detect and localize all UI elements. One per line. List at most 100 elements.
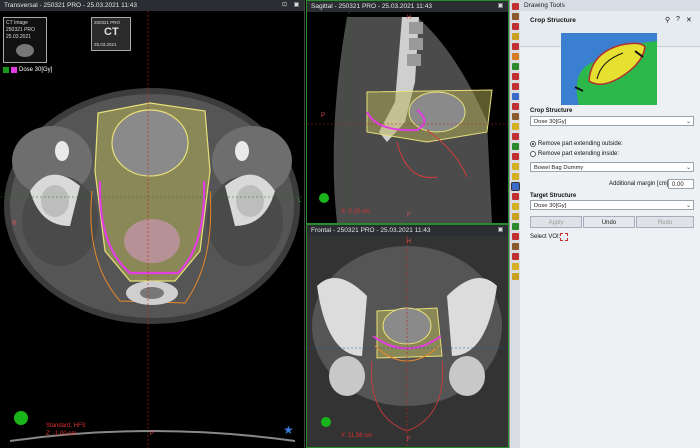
remove-outside-radio[interactable] [530, 141, 536, 147]
viewport-menu-icon[interactable]: ⊡ [281, 2, 288, 9]
select-voi-icon[interactable] [560, 233, 568, 241]
sagittal-viewport[interactable]: Sagittal - 250321 PRO - 25.03.2021 11:43… [306, 0, 509, 224]
z-coordinate: Z: -1.00 cm [46, 431, 77, 437]
stamp-tool-icon[interactable] [512, 263, 519, 270]
wall-tool-icon[interactable] [512, 253, 519, 260]
inside-structure-value: Bowel Bag Dummy [534, 165, 584, 171]
thumb-line1: CT Image [6, 20, 28, 26]
panel-title-bar: Drawing Tools [520, 0, 700, 11]
chevron-down-icon: ⌄ [685, 165, 691, 171]
copy-tool-icon[interactable] [512, 103, 519, 110]
contour-tool-icon[interactable] [512, 143, 519, 150]
frontal-title: Frontal - 250321 PRO - 25.03.2021 11:43 [311, 227, 431, 234]
orientation-head: H [407, 239, 412, 245]
series-line2: 25.03.2021 [94, 42, 117, 47]
remove-outside-label: Remove part extending outside: [538, 141, 623, 147]
orientation-posterior: P [321, 113, 326, 119]
chevron-down-icon: ⌄ [685, 203, 691, 209]
target-structure-select[interactable]: Dose 30[Gy] ⌄ [530, 200, 694, 210]
marker-left: L [298, 198, 302, 204]
crop-tool-icon[interactable] [511, 182, 520, 191]
star-icon[interactable]: ★ [283, 423, 294, 437]
margin-input[interactable]: 0.00 [668, 179, 694, 189]
position-status: Standard, HFS [46, 423, 86, 429]
wifi-tool-icon[interactable] [512, 273, 519, 280]
smooth-tool-icon[interactable] [512, 53, 519, 60]
ct-thumbnail[interactable]: CT Image 250321 PRO 25.03.2021 [3, 17, 47, 63]
panel-title: Drawing Tools [524, 2, 565, 9]
brush-tool-icon[interactable] [512, 3, 519, 10]
close-icon[interactable]: ✕ [686, 16, 692, 24]
frontal-viewport[interactable]: Frontal - 250321 PRO - 25.03.2021 11:43 … [306, 224, 509, 448]
boolean-tool-icon[interactable] [512, 83, 519, 90]
x-coordinate: X: 0.10 cm [341, 209, 370, 215]
ct-series-thumbnail[interactable]: 250321 PRO CT 25.03.2021 [91, 17, 131, 51]
crop-structure-value: Dose 30[Gy] [534, 119, 567, 125]
orientation-foot: F [407, 437, 411, 443]
wedge-tool-icon[interactable] [512, 213, 519, 220]
dose-visible-checkbox[interactable] [3, 67, 9, 73]
patient-orientation-icon[interactable] [14, 411, 28, 425]
orientation-posterior: P [150, 431, 155, 437]
remove-inside-label: Remove part extending inside: [538, 151, 620, 157]
crop-structure-select[interactable]: Dose 30[Gy] ⌄ [530, 116, 694, 126]
ruler-tool-icon[interactable] [512, 233, 519, 240]
remove-inside-radio[interactable] [530, 151, 536, 157]
chevron-down-icon: ⌄ [685, 119, 691, 125]
drawing-tools-panel: Drawing Tools Crop Structure ⚲ ? ✕ Crop … [520, 0, 700, 448]
erase-tool-icon[interactable] [512, 43, 519, 50]
dose-legend[interactable]: Dose 30[Gy] [3, 66, 52, 74]
viewport-maximize-icon[interactable]: ▣ [293, 2, 300, 9]
clean-tool-icon[interactable] [512, 243, 519, 250]
ring-tool-icon[interactable] [512, 223, 519, 230]
frontal-title-bar: Frontal - 250321 PRO - 25.03.2021 11:43 … [307, 225, 508, 236]
fill-tool-icon[interactable] [512, 23, 519, 30]
orientation-foot: F [407, 213, 411, 219]
transversal-title-bar: Transversal - 250321 PRO - 25.03.2021 11… [0, 0, 304, 11]
sphere-tool-icon[interactable] [512, 163, 519, 170]
crop-illustration [561, 33, 657, 105]
thumb-line2: 250321 PRO [6, 27, 35, 33]
target-structure-label: Target Structure [530, 193, 577, 199]
select-voi-label: Select VOI: [530, 234, 561, 240]
pen-tool-icon[interactable] [512, 13, 519, 20]
lasso-tool-icon[interactable] [512, 33, 519, 40]
help-icon[interactable]: ? [676, 16, 680, 23]
dose-color-swatch [11, 67, 17, 73]
series-line1: 250321 PRO [94, 20, 121, 25]
transversal-viewport[interactable]: Transversal - 250321 PRO - 25.03.2021 11… [0, 0, 305, 448]
series-ct-badge: CT [104, 26, 119, 38]
cut-tool-icon[interactable] [512, 133, 519, 140]
ellipse-tool-icon[interactable] [512, 173, 519, 180]
inside-structure-select[interactable]: Bowel Bag Dummy ⌄ [530, 162, 694, 172]
sagittal-orientation-icon[interactable] [319, 193, 329, 203]
threshold-tool-icon[interactable] [512, 123, 519, 130]
shrink-tool-icon[interactable] [512, 203, 519, 210]
redo-button[interactable]: Redo [636, 216, 694, 228]
sagittal-image[interactable] [307, 12, 508, 223]
move-tool-icon[interactable] [512, 113, 519, 120]
transversal-title: Transversal - 250321 PRO - 25.03.2021 11… [4, 2, 137, 9]
interpolate-tool-icon[interactable] [512, 93, 519, 100]
apply-button[interactable]: Apply [530, 216, 582, 228]
dose-legend-label: Dose 30[Gy] [19, 67, 53, 73]
viewport-maximize-icon[interactable]: ▣ [497, 227, 504, 234]
transversal-image[interactable] [0, 11, 305, 448]
region-grow-icon[interactable] [512, 63, 519, 70]
pin-icon[interactable]: ⚲ [665, 16, 670, 24]
delete-tool-icon[interactable] [512, 153, 519, 160]
margin-tool-icon[interactable] [512, 73, 519, 80]
frontal-image[interactable] [307, 236, 508, 447]
crop-section-title: Crop Structure [530, 17, 576, 24]
viewport-maximize-icon[interactable]: ▣ [497, 3, 504, 10]
thumb-preview [16, 44, 34, 57]
thumb-line3: 25.03.2021 [6, 34, 32, 40]
orientation-right: R [12, 221, 17, 227]
y-coordinate: Y: 11.56 cm [341, 433, 373, 439]
target-structure-value: Dose 30[Gy] [534, 203, 567, 209]
sagittal-title-bar: Sagittal - 250321 PRO - 25.03.2021 11:43… [307, 1, 508, 12]
expand-tool-icon[interactable] [512, 193, 519, 200]
undo-button[interactable]: Undo [583, 216, 635, 228]
orientation-head: H [407, 15, 412, 21]
frontal-orientation-icon[interactable] [321, 417, 331, 427]
